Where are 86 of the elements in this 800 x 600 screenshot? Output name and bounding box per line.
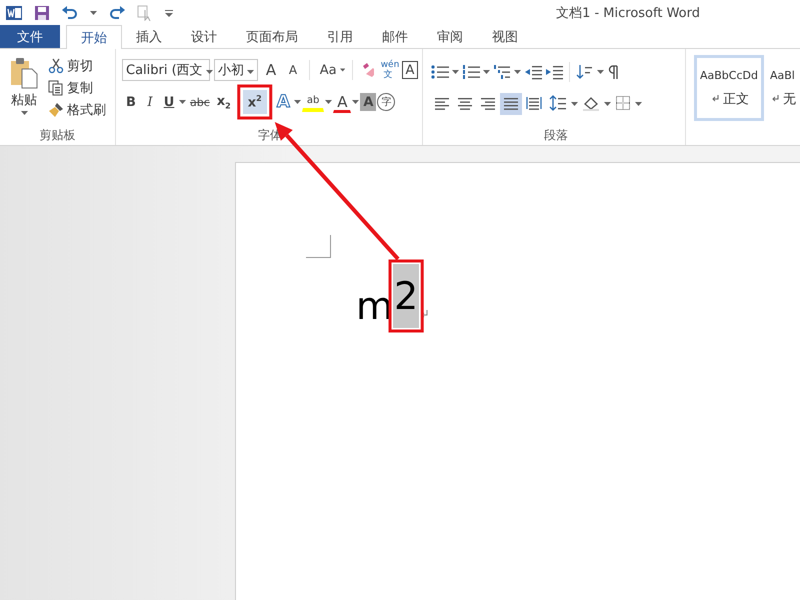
align-left-icon <box>434 96 450 110</box>
redo-icon[interactable] <box>109 6 125 20</box>
scissors-icon <box>48 58 64 74</box>
paste-button[interactable]: 粘贴 <box>11 91 37 109</box>
superscript-button[interactable]: x$^{2}$ <box>242 90 267 114</box>
style-name: 无 <box>783 90 796 108</box>
align-center-icon <box>457 96 473 110</box>
ribbon-tab[interactable]: 插入 <box>121 25 177 48</box>
grow-font-button[interactable]: A <box>262 58 280 82</box>
ribbon-tab[interactable]: 开始 <box>66 25 122 49</box>
annotation-box <box>237 84 272 120</box>
justify-icon <box>503 96 519 110</box>
dropdown-caret-icon[interactable] <box>325 100 332 104</box>
ribbon-tab[interactable]: 引用 <box>312 25 368 48</box>
justify-button[interactable] <box>500 93 522 115</box>
decrease-indent-icon[interactable] <box>524 64 542 80</box>
ribbon-tab[interactable]: 视图 <box>477 25 533 48</box>
ribbon-tab[interactable]: 页面布局 <box>231 25 313 48</box>
change-case-button[interactable]: Aa <box>316 58 336 82</box>
distributed-align-icon <box>526 96 542 110</box>
character-border-button[interactable]: A <box>402 61 418 79</box>
ribbon-tab[interactable]: 审阅 <box>422 25 478 48</box>
highlight-button[interactable]: ab <box>302 92 324 112</box>
undo-icon[interactable] <box>62 6 78 20</box>
cut-button[interactable]: 剪切 <box>67 57 93 75</box>
character-shading-button[interactable]: A <box>360 93 376 111</box>
paint-bucket-icon <box>582 95 600 111</box>
return-mark-icon <box>772 95 779 102</box>
save-icon[interactable] <box>34 4 50 20</box>
copy-icon <box>48 80 64 96</box>
dropdown-caret-icon[interactable] <box>571 102 578 106</box>
bullet-list-icon[interactable] <box>431 64 449 80</box>
phonetic-guide-button[interactable]: wén 文 <box>378 58 398 82</box>
ribbon-tab[interactable]: 设计 <box>176 25 232 48</box>
numbered-list-icon[interactable] <box>462 64 480 80</box>
dropdown-caret-icon[interactable] <box>604 102 611 106</box>
file-tab[interactable]: 文件 <box>0 25 60 48</box>
subscript-button[interactable]: x$_{2}$ <box>214 90 234 114</box>
group-label: 剪贴板 <box>40 128 76 142</box>
dropdown-caret-icon[interactable] <box>352 100 360 104</box>
text-effects-button[interactable]: A <box>274 90 293 114</box>
bold-button[interactable]: B <box>122 90 140 114</box>
dropdown-caret-icon[interactable] <box>20 111 28 115</box>
return-mark-icon <box>712 95 719 102</box>
strikethrough-button[interactable]: abc <box>187 90 213 114</box>
dropdown-caret-icon[interactable] <box>206 70 213 74</box>
ribbon-tab[interactable]: 邮件 <box>367 25 423 48</box>
multilevel-list-icon[interactable] <box>493 64 511 80</box>
dropdown-caret-icon[interactable] <box>294 100 301 104</box>
style-gallery-item[interactable]: AaBl 无 <box>764 55 800 121</box>
borders-icon <box>615 95 631 111</box>
italic-button[interactable]: I <box>141 90 159 114</box>
paragraph-end-icon <box>421 310 428 318</box>
dropdown-caret-icon[interactable] <box>90 10 97 14</box>
style-name: 正文 <box>723 90 749 108</box>
painter-button[interactable]: 格式刷 <box>67 101 106 119</box>
dropdown-caret-icon[interactable] <box>635 102 642 106</box>
dropdown-caret-icon[interactable] <box>340 68 346 72</box>
customize-toolbar-icon[interactable] <box>165 8 173 16</box>
style-preview-text: AaBl <box>770 68 795 82</box>
dropdown-caret-icon[interactable] <box>179 100 186 104</box>
font-size-field[interactable]: 小初 <box>214 59 258 81</box>
dropdown-caret-icon[interactable] <box>597 70 604 74</box>
font-name-field[interactable]: Calibri (西文 <box>122 59 210 81</box>
style-gallery-item[interactable]: AaBbCcDd 正文 <box>694 55 764 121</box>
copy-button[interactable]: 复制 <box>67 79 93 97</box>
enclose-character-button[interactable]: 字 <box>377 93 396 111</box>
dropdown-caret-icon[interactable] <box>247 70 254 74</box>
word-logo-icon <box>6 4 22 20</box>
selected-text: 2 <box>393 264 420 328</box>
dropdown-caret-icon[interactable] <box>452 70 459 74</box>
underline-button[interactable]: U <box>160 90 178 114</box>
dropdown-caret-icon[interactable] <box>514 70 521 74</box>
font-color-button[interactable]: A <box>333 92 352 112</box>
style-preview-text: AaBbCcDd <box>700 68 758 82</box>
align-right-icon <box>480 96 496 110</box>
group-label: 段落 <box>544 128 568 142</box>
shrink-font-button[interactable]: A <box>284 58 302 82</box>
sort-icon[interactable] <box>576 64 594 80</box>
increase-indent-icon[interactable] <box>545 64 563 80</box>
window-title: 文档1 - Microsoft Word <box>556 4 700 22</box>
paintbrush-icon <box>48 102 64 118</box>
margin-corner-mark <box>306 235 331 258</box>
dropdown-caret-icon[interactable] <box>483 70 490 74</box>
line-spacing-icon <box>549 95 567 111</box>
clipboard-icon[interactable] <box>9 57 39 89</box>
